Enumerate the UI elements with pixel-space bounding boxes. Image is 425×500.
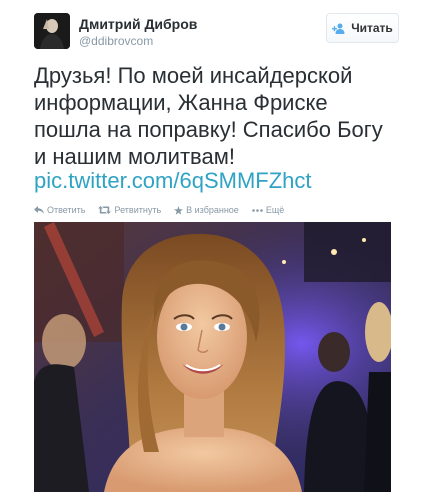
- more-label: Ещё: [265, 205, 285, 215]
- follow-person-plus-icon: [332, 23, 345, 34]
- tweet-line: пошла на поправку! Спасибо Богу: [34, 117, 383, 142]
- tweet-text: Друзья! По моей инсайдерской информации,…: [34, 62, 404, 170]
- follow-button[interactable]: Читать: [326, 13, 399, 43]
- avatar[interactable]: [34, 13, 70, 49]
- tweet-line: Друзья! По моей инсайдерской: [34, 63, 353, 88]
- tweet-header: Дмитрий Дибров @ddibrovcom Читать: [34, 13, 399, 53]
- tweet-photo[interactable]: [34, 222, 391, 492]
- retweet-action[interactable]: Ретвитнуть: [98, 205, 161, 215]
- favorite-action[interactable]: В избранное: [174, 205, 239, 215]
- tweet-actions: Ответить Ретвитнуть В избранное Ещё: [34, 203, 284, 217]
- more-action[interactable]: Ещё: [252, 205, 284, 215]
- retweet-icon: [98, 206, 112, 214]
- tweet-line: информации, Жанна Фриске: [34, 90, 328, 115]
- tweet-line: и нашим молитвам!: [34, 144, 235, 169]
- reply-label: Ответить: [47, 205, 86, 215]
- reply-action[interactable]: Ответить: [34, 205, 85, 215]
- favorite-label: В избранное: [186, 205, 239, 215]
- user-name[interactable]: Дмитрий Дибров: [79, 16, 197, 32]
- reply-icon: [34, 206, 44, 214]
- star-icon: [174, 205, 184, 215]
- user-handle[interactable]: @ddibrovcom: [79, 34, 153, 48]
- tweet-pic-link[interactable]: pic.twitter.com/6qSMMFZhct: [34, 167, 312, 194]
- retweet-label: Ретвитнуть: [114, 205, 162, 215]
- more-dots-icon: [252, 208, 263, 212]
- follow-button-label: Читать: [351, 21, 393, 35]
